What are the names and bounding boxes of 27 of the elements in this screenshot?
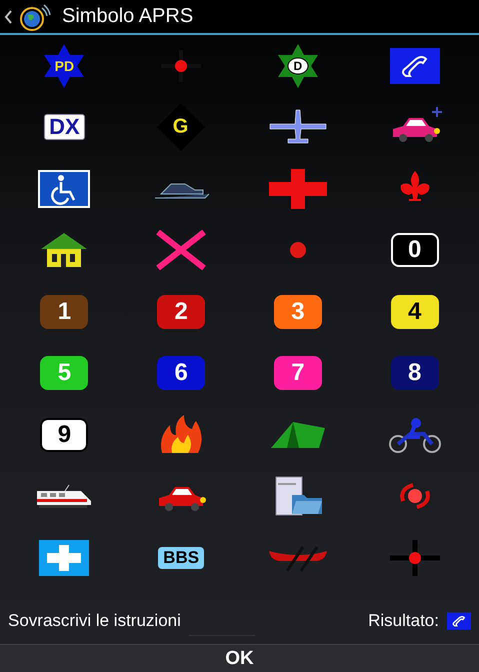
number-tile[interactable]: 9 bbox=[40, 418, 88, 452]
phone-icon bbox=[447, 611, 471, 631]
ok-button[interactable]: OK bbox=[0, 644, 479, 672]
number-tile[interactable]: 7 bbox=[274, 356, 322, 390]
number-tile[interactable]: 6 bbox=[157, 356, 206, 390]
crosshair-icon[interactable] bbox=[388, 538, 442, 578]
cross-icon[interactable] bbox=[268, 168, 327, 209]
number-tile[interactable]: 8 bbox=[390, 356, 439, 390]
number-tile[interactable]: 4 bbox=[390, 294, 439, 329]
x-icon[interactable] bbox=[154, 230, 208, 270]
dx-label[interactable]: DX bbox=[44, 114, 85, 140]
window-title: Simbolo APRS bbox=[62, 5, 194, 28]
override-label: Sovrascrivi le istruzioni bbox=[8, 611, 181, 631]
bbs-label[interactable]: BBS bbox=[158, 546, 204, 569]
result-label: Risultato: bbox=[368, 611, 439, 631]
train-icon[interactable] bbox=[35, 483, 94, 510]
dot-icon[interactable] bbox=[290, 242, 306, 258]
number-tile[interactable]: 0 bbox=[390, 233, 439, 268]
number-tile[interactable]: 1 bbox=[40, 294, 88, 329]
wheelchair-icon[interactable] bbox=[38, 170, 90, 208]
tent-icon[interactable] bbox=[268, 420, 327, 450]
phone-icon[interactable] bbox=[390, 48, 440, 84]
house-icon[interactable] bbox=[39, 231, 90, 270]
back-chevron-icon[interactable] bbox=[4, 10, 12, 24]
first-aid-icon[interactable] bbox=[39, 540, 90, 576]
number-tile[interactable]: 2 bbox=[157, 294, 206, 329]
fire-icon[interactable] bbox=[158, 414, 204, 455]
